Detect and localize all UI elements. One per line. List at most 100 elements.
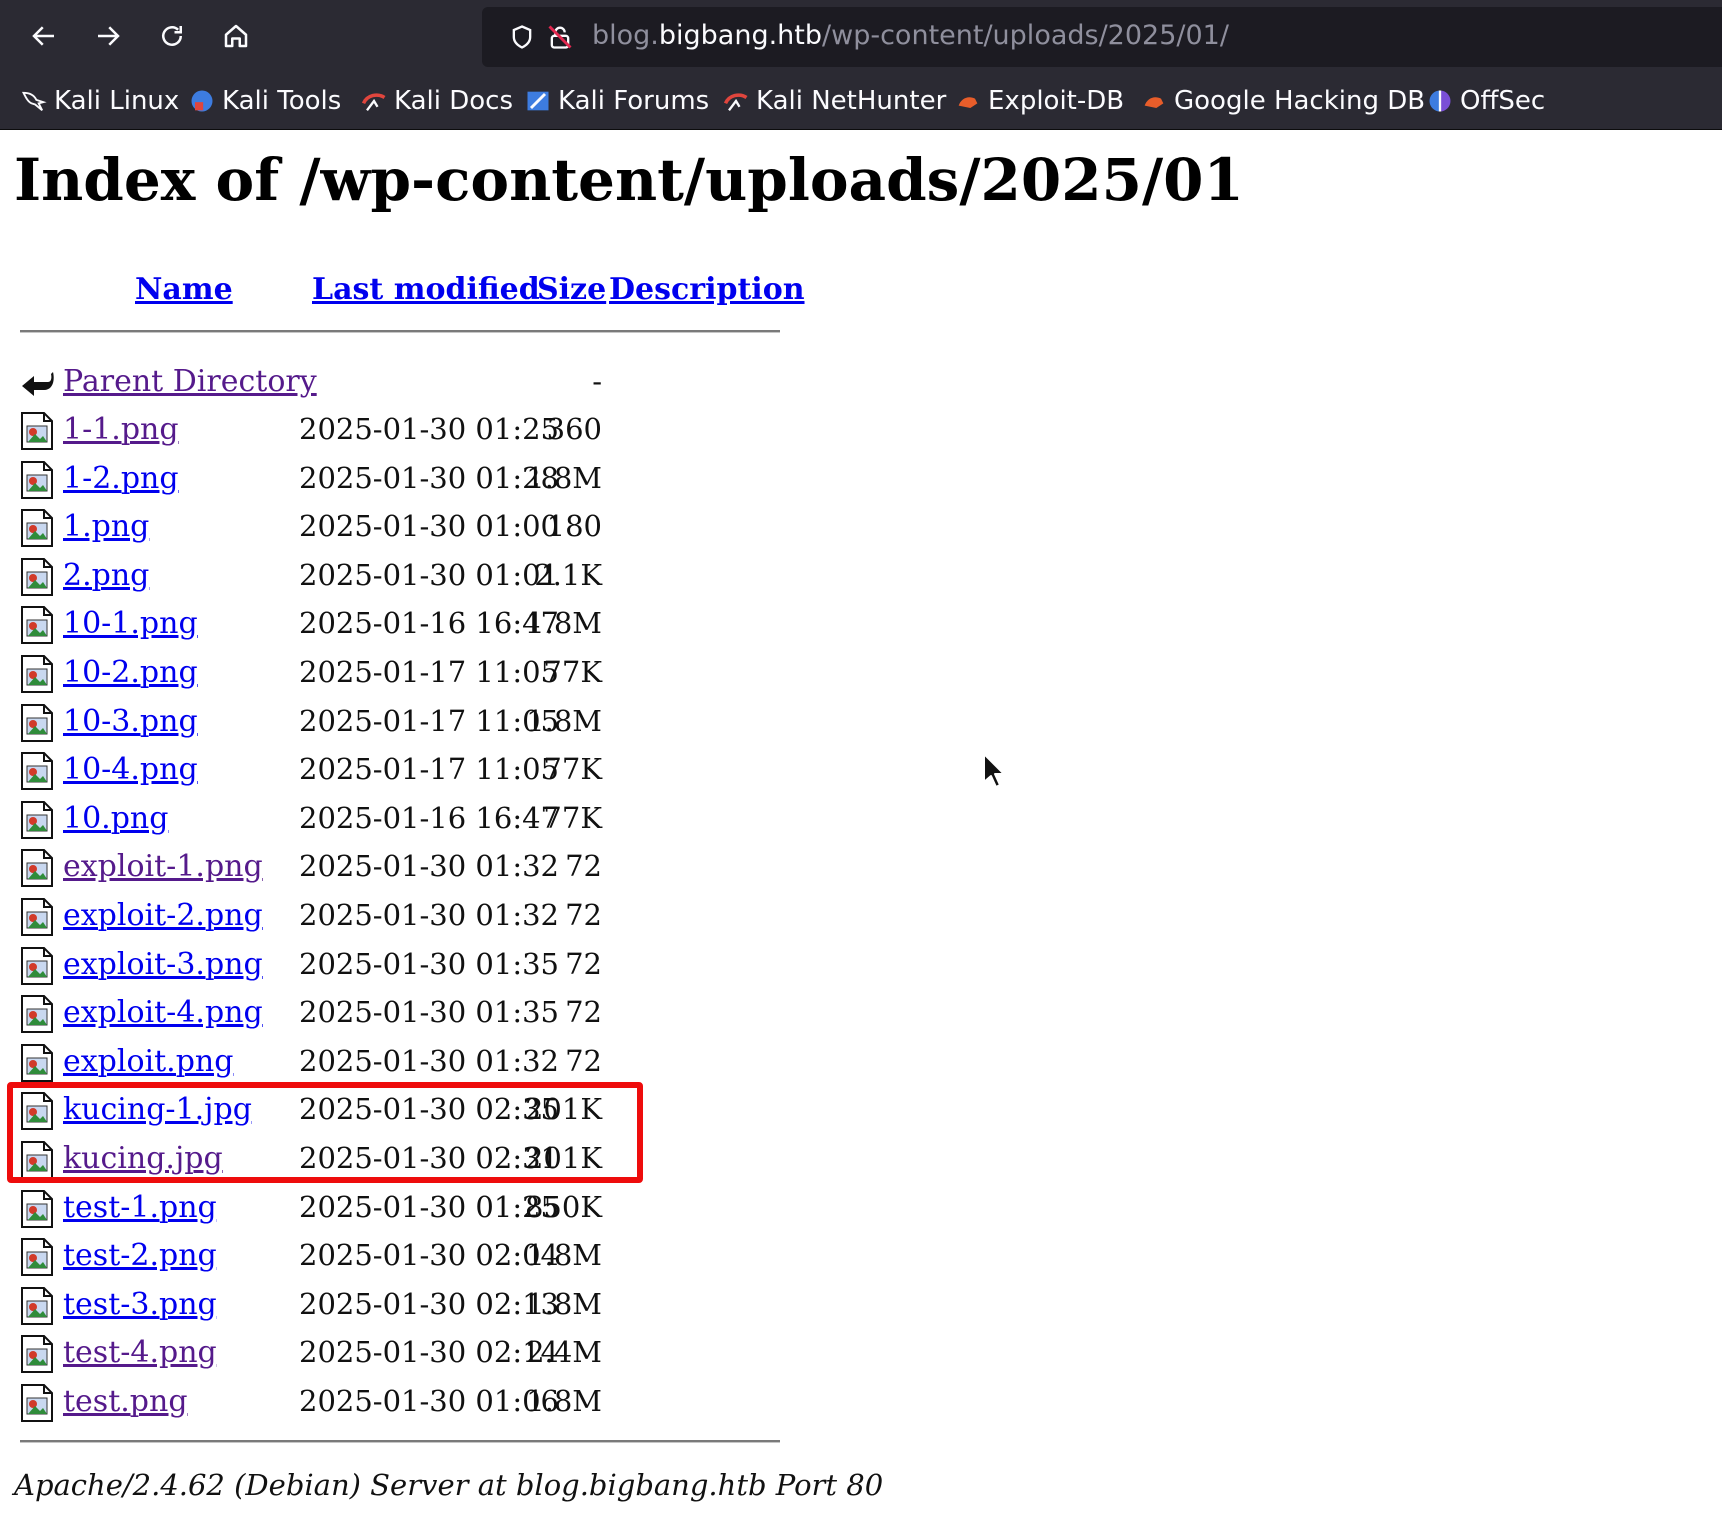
column-header-name[interactable]: Name [135, 272, 233, 307]
file-size: 1.8M [526, 460, 602, 495]
file-size: 850K [524, 1189, 602, 1224]
bookmark-exploit-db[interactable]: Exploit-DB [954, 83, 1124, 119]
file-row: 10.png 2025-01-16 16:47 77K [0, 795, 800, 843]
kali-nethunter-icon [723, 93, 748, 112]
column-header-size[interactable]: Size [537, 272, 606, 307]
bookmark-label: Kali Forums [558, 86, 710, 116]
file-link[interactable]: test-2.png [63, 1238, 217, 1273]
kali-forums-icon [527, 91, 549, 111]
file-link[interactable]: exploit-2.png [63, 898, 263, 933]
page-title: Index of /wp-content/uploads/2025/01 [14, 146, 1244, 214]
file-row: 10-3.png 2025-01-17 11:05 1.8M [0, 698, 800, 746]
file-row: exploit-4.png 2025-01-30 01:35 72 [0, 989, 800, 1037]
image-file-icon [21, 1286, 53, 1325]
image-file-icon [21, 606, 53, 645]
bookmark-kali-docs[interactable]: Kali Docs [360, 83, 513, 119]
bookmarks-toolbar: Kali Linux Kali Tools Kali Docs Kali For… [0, 73, 1722, 130]
file-modified: 2025-01-30 01:06 [299, 1384, 559, 1418]
file-link[interactable]: 1.png [63, 509, 149, 544]
file-row: exploit-3.png 2025-01-30 01:35 72 [0, 941, 800, 989]
mouse-cursor-icon [983, 753, 1005, 788]
file-link[interactable]: 10-3.png [63, 704, 198, 739]
file-modified: 2025-01-30 02:14 [299, 1335, 559, 1370]
url-subdomain: blog. [592, 20, 659, 51]
file-link[interactable]: 10-1.png [63, 606, 198, 641]
reload-icon [162, 26, 182, 46]
bookmark-kali-tools[interactable]: Kali Tools [188, 83, 341, 119]
bookmark-kali-linux[interactable]: Kali Linux [20, 83, 179, 119]
home-button[interactable] [214, 14, 258, 58]
footer-divider [20, 1440, 780, 1443]
file-link[interactable]: exploit-1.png [63, 849, 263, 884]
address-bar[interactable]: blog.bigbang.htb/wp-content/uploads/2025… [482, 7, 1722, 67]
file-row: test-4.png 2025-01-30 02:14 2.4M [0, 1329, 800, 1377]
bookmark-label: OffSec [1460, 86, 1546, 116]
file-row: exploit.png 2025-01-30 01:32 72 [0, 1038, 800, 1086]
file-size: 2.4M [526, 1335, 602, 1370]
reload-button[interactable] [150, 14, 194, 58]
file-modified: 2025-01-16 16:47 [299, 800, 559, 835]
file-link[interactable]: exploit.png [63, 1044, 233, 1079]
file-size: 72 [565, 946, 602, 981]
file-link[interactable]: test-1.png [63, 1190, 217, 1225]
image-file-icon [21, 1043, 53, 1082]
file-link[interactable]: test-3.png [63, 1287, 217, 1322]
file-modified: 2025-01-30 01:25 [299, 412, 559, 446]
file-row: test-3.png 2025-01-30 02:13 1.8M [0, 1281, 800, 1329]
file-row: exploit-1.png 2025-01-30 01:32 72 [0, 843, 800, 891]
file-link[interactable]: 10.png [63, 801, 168, 836]
file-link[interactable]: test-4.png [63, 1335, 217, 1370]
file-link[interactable]: 1-1.png [63, 412, 179, 447]
file-size: 1.8M [526, 703, 602, 738]
offsec-icon [1429, 90, 1451, 112]
image-file-icon [21, 1335, 53, 1374]
file-link[interactable]: exploit-3.png [63, 947, 263, 982]
image-file-icon [21, 1384, 53, 1422]
back-button[interactable] [22, 14, 66, 58]
file-size: 72 [565, 995, 602, 1030]
shield-icon[interactable] [508, 23, 536, 51]
bookmark-google-hacking-db[interactable]: Google Hacking DB [1140, 83, 1425, 119]
file-link[interactable]: 1-2.png [63, 461, 179, 496]
file-link[interactable]: 10-2.png [63, 655, 198, 690]
column-header-last-modified[interactable]: Last modified [312, 272, 540, 307]
column-header-description[interactable]: Description [609, 272, 805, 307]
parent-directory-row: Parent Directory - [0, 358, 800, 406]
file-size: 1.8M [526, 606, 602, 641]
image-file-icon [21, 800, 53, 839]
bookmark-label: Kali NetHunter [756, 86, 947, 116]
exploit-db-icon [958, 97, 978, 108]
forward-button[interactable] [86, 14, 130, 58]
file-link[interactable]: test.png [63, 1384, 188, 1419]
image-file-icon [21, 412, 53, 450]
file-size: 77K [543, 752, 602, 787]
bookmark-label: Kali Tools [222, 86, 342, 116]
browser-toolbar: blog.bigbang.htb/wp-content/uploads/2025… [0, 0, 1722, 73]
file-link[interactable]: exploit-4.png [63, 995, 263, 1030]
arrow-left-icon [32, 26, 54, 46]
bookmark-kali-forums[interactable]: Kali Forums [524, 83, 709, 119]
bookmark-offsec[interactable]: OffSec [1426, 83, 1545, 119]
parent-size: - [592, 364, 602, 398]
kali-docs-icon [361, 93, 386, 112]
file-link[interactable]: 2.png [63, 558, 149, 593]
back-arrow-icon [22, 372, 54, 396]
file-link[interactable]: 10-4.png [63, 752, 198, 787]
file-modified: 2025-01-30 01:32 [299, 898, 559, 932]
file-row: 2.png 2025-01-30 01:01 2.1K [0, 552, 800, 600]
image-file-icon [21, 1238, 53, 1277]
header-divider [20, 330, 780, 333]
bookmark-label: Kali Docs [394, 86, 514, 116]
insecure-lock-icon[interactable] [546, 23, 574, 51]
file-modified: 2025-01-17 11:05 [299, 655, 559, 689]
kali-dragon-icon [21, 91, 47, 112]
file-modified: 2025-01-17 11:05 [299, 703, 559, 738]
image-file-icon [21, 995, 53, 1034]
url-text[interactable]: blog.bigbang.htb/wp-content/uploads/2025… [592, 20, 1229, 51]
file-size: 72 [565, 898, 602, 932]
file-row: test.png 2025-01-30 01:06 1.8M [0, 1378, 800, 1426]
file-modified: 2025-01-30 01:35 [299, 946, 559, 981]
bookmark-kali-nethunter[interactable]: Kali NetHunter [722, 83, 946, 119]
image-file-icon [21, 898, 53, 936]
parent-directory-link[interactable]: Parent Directory [63, 364, 317, 399]
